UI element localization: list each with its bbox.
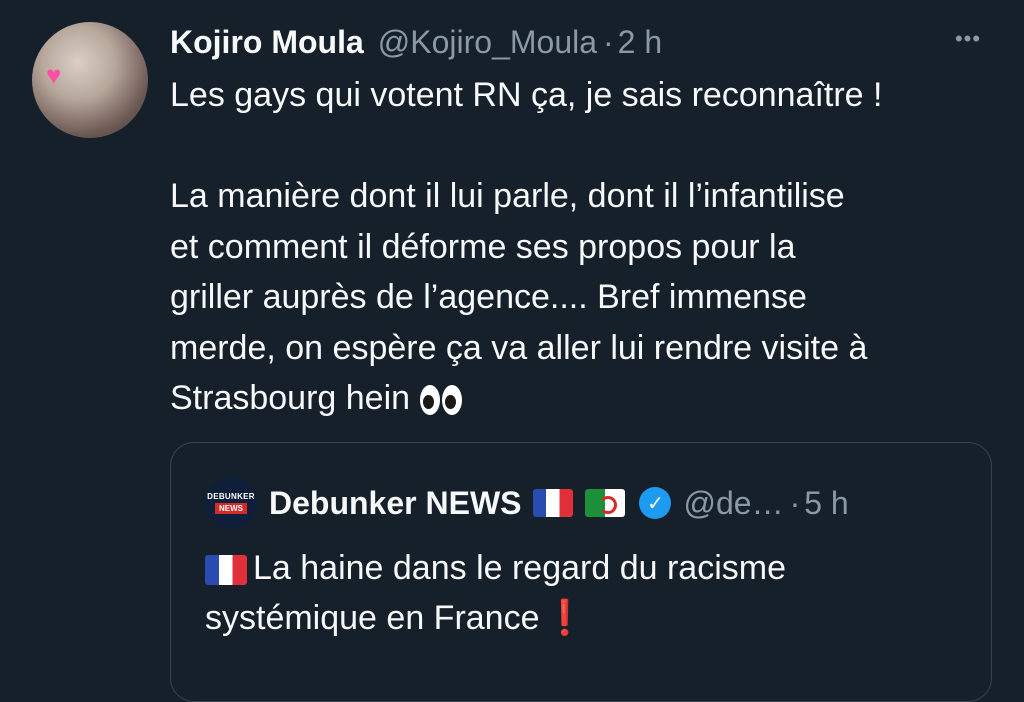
tweet-line: La manière dont il lui parle, dont il l’…	[170, 177, 845, 215]
quoted-author-name[interactable]: Debunker NEWS	[269, 485, 521, 522]
quoted-tweet-header: Debunker NEWS ✓ @de… · 5 h	[269, 479, 849, 527]
tweet-header: Kojiro Moula @Kojiro_Moula · 2 h	[170, 20, 662, 64]
separator-dot: ·	[603, 23, 614, 60]
avatar-logo-text: DEBUNKER	[207, 492, 255, 501]
quoted-tweet-text: La haine dans le regard du racisme systé…	[205, 543, 965, 643]
france-flag-icon	[205, 555, 247, 586]
tweet-line: Les gays qui votent RN ça, je sais recon…	[170, 76, 883, 114]
avatar-logo-badge: NEWS	[215, 503, 247, 514]
tweet-line: griller auprès de l’agence.... Bref imme…	[170, 278, 807, 316]
separator-dot: ·	[789, 484, 801, 521]
eyes-emoji-icon	[420, 385, 463, 416]
quoted-tweet-card[interactable]: DEBUNKER NEWS Debunker NEWS ✓ @de… · 5 h…	[170, 442, 992, 702]
quoted-line-text: systémique en France	[205, 599, 540, 637]
author-avatar[interactable]: ♥	[32, 22, 148, 138]
quoted-line: La haine dans le regard du racisme	[205, 543, 965, 593]
algeria-flag-icon	[585, 489, 626, 517]
france-flag-icon	[533, 489, 574, 517]
tweet-text: Les gays qui votent RN ça, je sais recon…	[170, 70, 990, 424]
author-handle[interactable]: @Kojiro_Moula	[378, 24, 597, 61]
author-name[interactable]: Kojiro Moula	[170, 24, 364, 61]
quoted-line-text: La haine dans le regard du racisme	[253, 549, 786, 587]
tweet-line: et comment il déforme ses propos pour la	[170, 227, 796, 266]
quoted-author-avatar[interactable]: DEBUNKER NEWS	[205, 477, 257, 529]
tweet-line: merde, on espère ça va aller lui rendre …	[170, 328, 868, 367]
heart-icon: ♥	[46, 60, 62, 90]
tweet-line-last: Strasbourg hein	[170, 373, 990, 424]
verified-badge-icon: ✓	[639, 487, 672, 519]
quoted-line: systémique en France ❗	[205, 593, 965, 643]
quoted-author-handle[interactable]: @de…	[683, 485, 783, 522]
exclamation-icon: ❗	[543, 599, 586, 637]
more-options-icon[interactable]: •••	[944, 24, 992, 54]
quoted-tweet-timestamp[interactable]: 5 h	[804, 485, 848, 522]
tweet-timestamp[interactable]: 2 h	[618, 24, 662, 61]
tweet-line: Strasbourg hein	[170, 379, 411, 417]
